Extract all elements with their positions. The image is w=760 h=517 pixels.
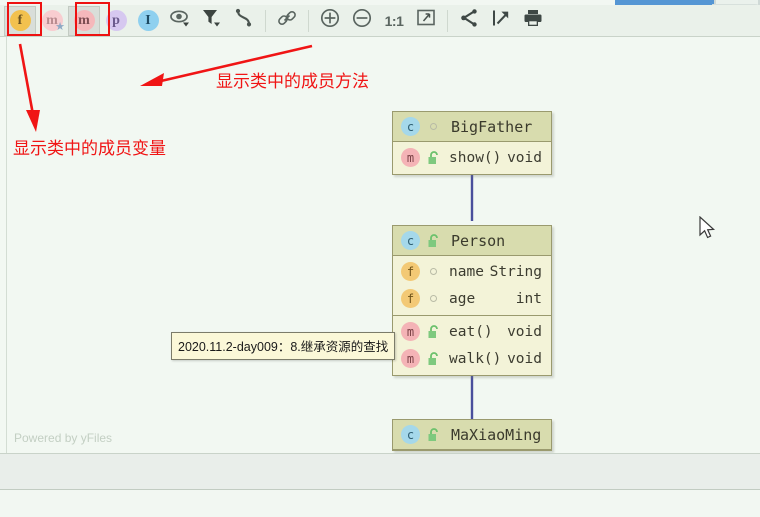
share-graph-icon [458,8,480,33]
export-arrow-icon [490,8,512,33]
show-interfaces-button[interactable]: I [132,6,164,36]
plus-circle-icon [319,7,341,34]
bottom-panel [0,491,760,517]
curved-edge-icon [233,8,255,33]
one-to-one-icon: 1:1 [384,12,404,29]
member-row-field[interactable]: f age int [393,285,551,312]
export-button[interactable] [485,6,517,36]
class-icon: c [401,425,420,444]
unlocked-icon [424,233,442,249]
uml-class-node-bigfather[interactable]: c BigFather m show() void [392,111,552,175]
property-circle-icon: p [105,10,127,31]
interface-circle-icon: I [137,10,159,31]
member-row-method[interactable]: m eat() void [393,318,551,345]
fit-content-icon [415,8,437,33]
layout-button[interactable] [453,6,485,36]
class-header[interactable]: c MaXiaoMing [393,420,551,450]
member-type-label: int [515,290,542,307]
print-button[interactable] [517,6,549,36]
method-circle-icon: m [73,10,95,31]
member-name-label: walk() [449,350,502,367]
toolbar-separator [265,9,266,32]
uml-class-node-person[interactable]: c Person f name String f age int m eat()… [392,225,552,376]
method-icon: m [401,349,420,368]
member-type-label: void [507,323,542,340]
public-dot-icon [424,264,442,280]
class-name-label: Person [451,231,506,250]
unlocked-icon [424,324,442,340]
eye-dropdown-icon [169,8,191,33]
member-row-method[interactable]: m show() void [393,144,551,171]
uml-class-node-maxiaoming[interactable]: c MaXiaoMing [392,419,552,451]
edge-mode-button[interactable] [228,6,260,36]
diagram-toolbar: f m ★ m p I 1:1 [0,5,760,37]
class-icon: c [401,117,420,136]
visibility-scope-button[interactable] [164,6,196,36]
diagram-tooltip: 2020.11.2-day009：8.继承资源的查找 [171,332,396,360]
class-header[interactable]: c Person [393,226,551,256]
unlocked-icon [424,427,442,443]
yfiles-watermark: Powered by yFiles [14,431,113,445]
member-row-method[interactable]: m walk() void [393,345,551,372]
methods-section: m show() void [393,142,551,174]
fit-content-button[interactable] [410,6,442,36]
filter-button[interactable] [196,6,228,36]
member-name-label: eat() [449,323,493,340]
star-badge-icon: ★ [55,20,65,33]
uml-diagram-canvas[interactable]: Powered by yFiles c BigFather m show() v… [0,37,760,453]
method-icon: m [401,148,420,167]
mouse-cursor [699,215,717,247]
member-row-field[interactable]: f name String [393,258,551,285]
field-icon: f [401,262,420,281]
lower-panel [0,453,760,490]
member-name-label: show() [449,149,502,166]
printer-icon [522,8,544,33]
field-icon: f [401,289,420,308]
canvas-left-border [6,37,7,453]
actual-size-button[interactable]: 1:1 [378,6,410,36]
member-type-label: void [507,149,542,166]
class-name-label: BigFather [451,117,533,136]
zoom-in-button[interactable] [314,6,346,36]
public-dot-icon [424,291,442,307]
field-circle-icon: f [9,10,31,31]
show-properties-button[interactable]: p [100,6,132,36]
class-icon: c [401,231,420,250]
toolbar-separator [308,9,309,32]
class-name-label: MaXiaoMing [451,425,542,444]
funnel-dropdown-icon [201,8,223,33]
unlocked-icon [424,150,442,166]
fields-section: f name String f age int [393,256,551,315]
show-methods-button[interactable]: m [68,5,100,36]
member-type-label: void [507,350,542,367]
member-type-label: String [489,263,542,280]
show-dependencies-button[interactable] [271,6,303,36]
method-icon: m [401,322,420,341]
public-dot-icon [424,119,442,135]
member-name-label: name [449,263,484,280]
show-fields-button[interactable]: f [4,5,36,36]
minus-circle-icon [351,7,373,34]
zoom-out-button[interactable] [346,6,378,36]
show-non-public-methods-button[interactable]: m ★ [36,6,68,36]
class-header[interactable]: c BigFather [393,112,551,142]
toolbar-separator [447,9,448,32]
methods-section: m eat() void m walk() void [393,315,551,375]
member-name-label: age [449,290,476,307]
unlocked-icon [424,351,442,367]
link-chain-icon [276,8,298,33]
